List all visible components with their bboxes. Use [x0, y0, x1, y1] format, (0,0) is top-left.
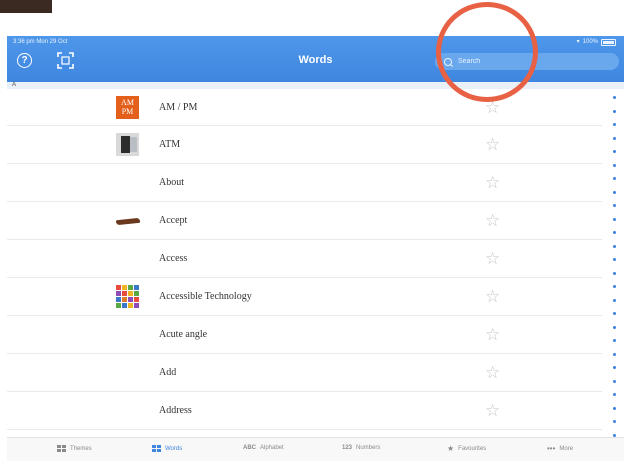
list-item[interactable]: ATM ☆ [7, 126, 602, 164]
tab-words[interactable]: Words [152, 445, 182, 452]
corner-fragment [0, 0, 52, 13]
status-time: 3:36 pm Mon 29 Oct [13, 39, 68, 45]
favourite-star-icon[interactable]: ☆ [485, 402, 500, 419]
top-margin [0, 0, 624, 36]
section-index-bar[interactable] [611, 96, 619, 466]
thumbnail-text: PM [121, 106, 134, 116]
tab-more[interactable]: ••• More [547, 445, 573, 453]
word-label: Acute angle [159, 329, 208, 340]
index-dot[interactable] [613, 285, 616, 288]
numbers-icon: 123 [342, 445, 353, 451]
favourite-star-icon[interactable]: ☆ [485, 212, 500, 229]
index-dot[interactable] [613, 420, 616, 423]
index-dot[interactable] [613, 136, 616, 140]
tab-label: Favourites [458, 446, 487, 452]
favourite-star-icon[interactable]: ☆ [485, 364, 500, 381]
index-dot[interactable] [613, 96, 616, 99]
index-dot[interactable] [613, 393, 616, 396]
more-icon: ••• [547, 444, 556, 453]
word-label: AM / PM [159, 101, 198, 113]
tab-numbers[interactable]: 123 Numbers [342, 445, 380, 451]
list-item[interactable]: About ☆ [7, 164, 602, 202]
word-list: AM PM AM / PM ☆ ATM ☆ About ☆ Accept ☆ A… [7, 89, 602, 430]
index-dot[interactable] [613, 406, 616, 410]
battery-icon [601, 38, 616, 46]
battery-percent: 100% [582, 39, 598, 45]
index-dot[interactable] [613, 258, 616, 261]
status-indicators: ▾ 100% [577, 36, 616, 48]
abc-icon: ABC [243, 445, 256, 451]
index-dot[interactable] [613, 339, 616, 342]
index-dot[interactable] [613, 190, 616, 194]
tab-alphabet[interactable]: ABC Alphabet [243, 445, 284, 451]
index-dot[interactable] [613, 150, 616, 153]
favourite-star-icon[interactable]: ☆ [485, 326, 500, 343]
index-dot[interactable] [613, 244, 616, 248]
word-label: Accept [159, 215, 188, 226]
index-dot[interactable] [613, 366, 616, 369]
index-dot[interactable] [613, 271, 616, 275]
index-dot[interactable] [613, 231, 616, 234]
index-dot[interactable] [613, 312, 616, 315]
list-item[interactable]: Accept ☆ [7, 202, 602, 240]
index-dot[interactable] [613, 298, 616, 302]
help-button[interactable]: ? [17, 53, 32, 68]
search-input[interactable] [456, 57, 610, 66]
navigation-header: 3:36 pm Mon 29 Oct ▾ 100% ? Words [7, 36, 624, 82]
index-dot[interactable] [613, 217, 616, 221]
list-item[interactable]: Accessible Technology ☆ [7, 278, 602, 316]
favourite-star-icon[interactable]: ☆ [485, 136, 500, 153]
word-label: Accessible Technology [159, 291, 252, 302]
accept-thumbnail [116, 209, 139, 232]
tab-label: Numbers [356, 445, 381, 451]
favourite-star-icon[interactable]: ☆ [485, 250, 500, 267]
index-dot[interactable] [613, 177, 616, 180]
index-dot[interactable] [613, 123, 616, 126]
section-letter: A [12, 82, 17, 88]
app-window: 3:36 pm Mon 29 Oct ▾ 100% ? Words A AM P… [7, 36, 624, 461]
word-label: ATM [159, 139, 181, 150]
list-item[interactable]: Address ☆ [7, 392, 602, 430]
word-label: Add [159, 367, 177, 378]
favourite-star-icon[interactable]: ☆ [485, 288, 500, 305]
search-icon [444, 57, 452, 66]
wifi-icon: ▾ [576, 39, 580, 45]
ampm-thumbnail: AM PM [116, 95, 139, 119]
tab-favourites[interactable]: ★ Favourites [447, 445, 486, 453]
thumbnail-text: AM [121, 97, 134, 107]
star-icon: ★ [447, 444, 455, 453]
tab-label: Alphabet [260, 445, 284, 451]
index-dot[interactable] [613, 379, 616, 383]
section-header: A [7, 82, 624, 89]
index-dot[interactable] [613, 109, 616, 113]
list-item[interactable]: Acute angle ☆ [7, 316, 602, 354]
index-dot[interactable] [613, 352, 616, 356]
word-label: About [159, 177, 184, 188]
tab-label: Words [165, 445, 183, 452]
favourite-star-icon[interactable]: ☆ [485, 99, 500, 116]
tab-bar: Themes Words ABC Alphabet 123 Numbers ★ … [7, 437, 624, 461]
favourite-star-icon[interactable]: ☆ [485, 174, 500, 191]
tab-label: More [559, 446, 574, 452]
grid-icon [152, 445, 161, 452]
index-dot[interactable] [613, 325, 616, 329]
accessible-technology-thumbnail [116, 285, 139, 308]
list-item[interactable]: Add ☆ [7, 354, 602, 392]
tab-label: Themes [70, 445, 92, 452]
search-field[interactable] [435, 53, 619, 70]
atm-thumbnail [116, 133, 139, 156]
tab-themes[interactable]: Themes [57, 445, 92, 452]
word-label: Access [159, 253, 188, 264]
list-item[interactable]: AM PM AM / PM ☆ [7, 89, 602, 126]
grid-icon [57, 445, 66, 452]
index-dot[interactable] [613, 204, 616, 207]
fullscreen-icon[interactable] [57, 52, 74, 69]
word-label: Address [159, 405, 192, 416]
list-item[interactable]: Access ☆ [7, 240, 602, 278]
status-bar: 3:36 pm Mon 29 Oct ▾ 100% [7, 36, 624, 48]
index-dot[interactable] [613, 163, 616, 167]
